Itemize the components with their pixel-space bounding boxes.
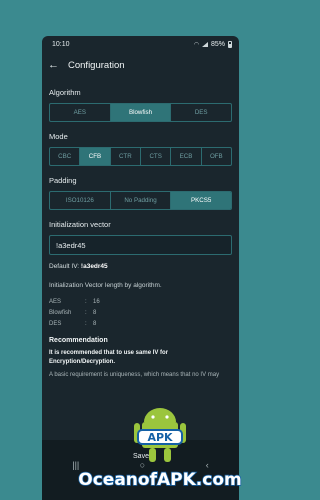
- padding-option-pkcs5[interactable]: PKCS5: [171, 192, 231, 209]
- algorithm-selector: AES Blowfish DES: [49, 103, 232, 122]
- apk-badge-text: APK: [147, 431, 173, 444]
- iv-val: 16: [93, 298, 100, 305]
- iv-val: 8: [93, 309, 97, 316]
- iv-length-row: AES : 16: [49, 296, 232, 307]
- battery-percent: 85%: [210, 41, 225, 48]
- padding-option-no-padding[interactable]: No Padding: [111, 192, 172, 209]
- mode-option-ctr[interactable]: CTR: [111, 148, 141, 165]
- mode-option-cts[interactable]: CTS: [141, 148, 172, 165]
- iv-val: 8: [93, 320, 97, 327]
- watermark: OceanofAPK.com: [0, 460, 320, 500]
- mode-option-ecb[interactable]: ECB: [171, 148, 202, 165]
- app-bar: ← Configuration: [42, 53, 239, 78]
- iv-length-row: DES : 8: [49, 318, 232, 329]
- iv-length-title: Initialization Vector length by algorith…: [49, 282, 162, 289]
- battery-icon: [228, 41, 232, 48]
- mode-selector: CBC CFB CTR CTS ECB OFB: [49, 147, 232, 166]
- iv-sep: :: [85, 298, 87, 305]
- iv-alg: DES: [49, 320, 62, 327]
- iv-label: Initialization vector: [49, 220, 111, 229]
- config-content: Algorithm AES Blowfish DES Mode CBC CFB …: [42, 88, 239, 378]
- algorithm-option-blowfish[interactable]: Blowfish: [110, 104, 172, 121]
- status-bar: 10:10 ◠ 85%: [42, 36, 239, 53]
- padding-option-iso10126[interactable]: ISO10126: [50, 192, 111, 209]
- default-iv-prefix: Default IV:: [49, 263, 81, 270]
- status-icons: ◠ 85%: [194, 41, 232, 48]
- mode-option-ofb[interactable]: OFB: [202, 148, 231, 165]
- recommendation-subtext: A basic requirement is uniqueness, which…: [49, 372, 220, 378]
- iv-input[interactable]: !a3edr45: [49, 235, 232, 255]
- wifi-icon: ◠: [193, 42, 199, 48]
- iv-sep: :: [85, 320, 87, 327]
- padding-label: Padding: [49, 176, 77, 185]
- iv-length-row: Blowfish : 8: [49, 307, 232, 318]
- algorithm-label: Algorithm: [49, 88, 81, 97]
- padding-selector: ISO10126 No Padding PKCS5: [49, 191, 232, 210]
- mode-label: Mode: [49, 132, 68, 141]
- recommendation-text: It is recommended that to use same IV fo…: [49, 350, 169, 365]
- page-title: Configuration: [68, 60, 125, 71]
- default-iv-value: !a3edr45: [80, 263, 108, 270]
- android-head: [144, 408, 176, 422]
- signal-icon: [201, 42, 208, 47]
- mode-option-cfb[interactable]: CFB: [80, 148, 111, 165]
- algorithm-option-aes[interactable]: AES: [50, 104, 111, 121]
- mode-option-cbc[interactable]: CBC: [50, 148, 81, 165]
- default-iv: Default IV: !a3edr45: [49, 263, 232, 270]
- algorithm-option-des[interactable]: DES: [171, 104, 231, 121]
- watermark-text: OceanofAPK.com: [78, 469, 243, 491]
- status-time: 10:10: [52, 41, 70, 48]
- iv-sep: :: [85, 309, 87, 316]
- iv-alg: AES: [49, 298, 62, 305]
- iv-alg: Blowfish: [49, 309, 72, 316]
- recommendation-title: Recommendation: [49, 337, 108, 344]
- iv-length-table: AES : 16 Blowfish : 8 DES : 8: [49, 296, 232, 329]
- back-arrow-icon[interactable]: ←: [48, 60, 59, 71]
